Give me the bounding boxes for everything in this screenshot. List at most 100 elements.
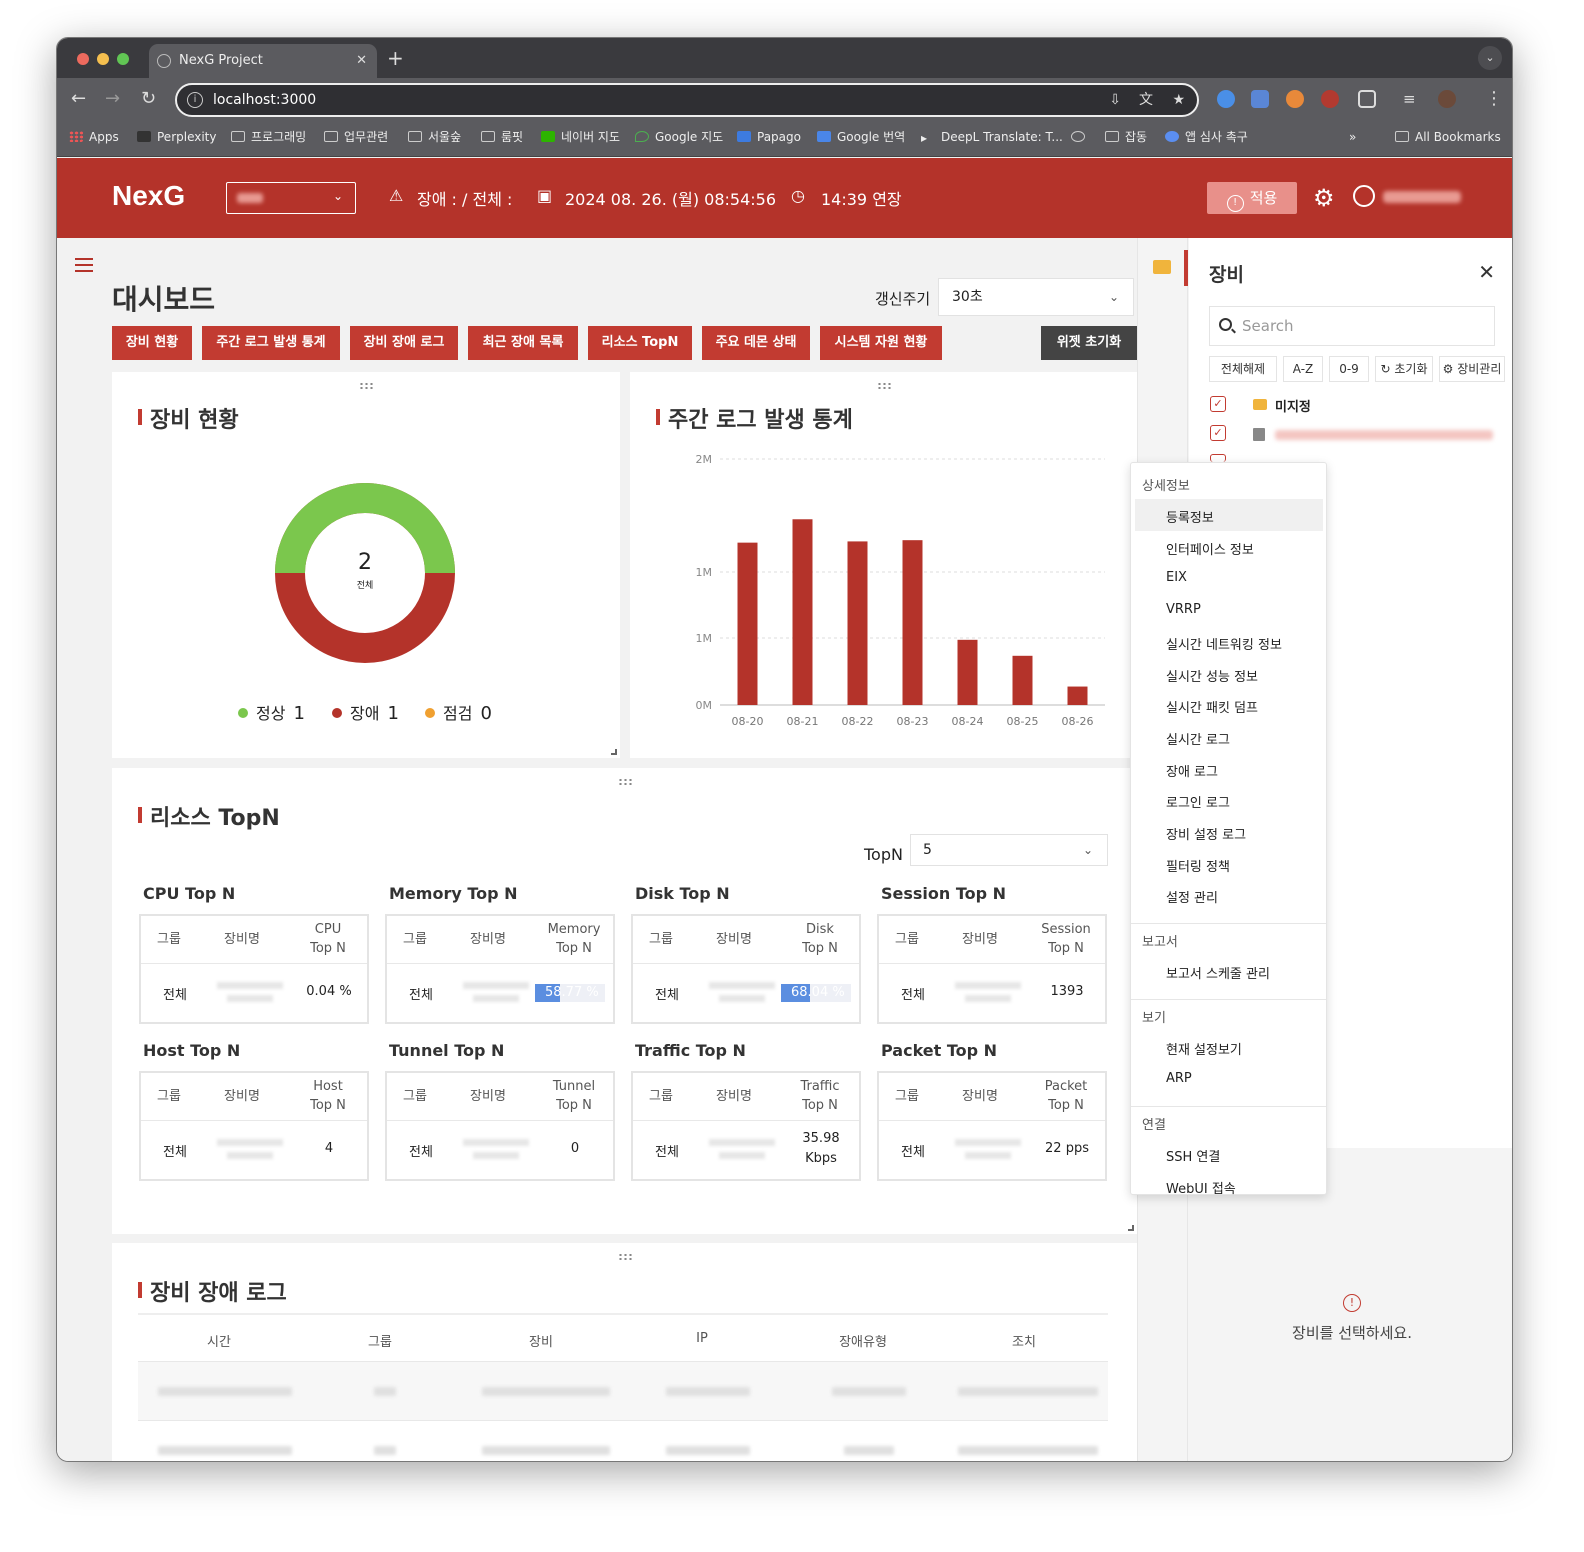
column-header[interactable]: 조치 bbox=[964, 1331, 1084, 1350]
table-row[interactable]: 전체 4 bbox=[141, 1121, 367, 1179]
extension-icon[interactable] bbox=[1286, 90, 1304, 108]
username[interactable] bbox=[1383, 191, 1461, 203]
translate-icon[interactable]: 文 bbox=[1139, 85, 1153, 115]
maximize-window-button[interactable] bbox=[117, 53, 129, 65]
drag-handle-icon[interactable] bbox=[359, 382, 373, 390]
install-icon[interactable]: ⇩ bbox=[1109, 85, 1121, 115]
widget-reset-button[interactable]: 위젯 초기화 bbox=[1041, 326, 1137, 360]
resize-handle[interactable] bbox=[611, 749, 617, 755]
tree-device-label[interactable] bbox=[1275, 430, 1493, 440]
topn-select[interactable]: 5 ⌄ bbox=[910, 834, 1108, 866]
tree-checkbox[interactable] bbox=[1210, 454, 1226, 462]
legend-normal[interactable]: 정상 1 bbox=[238, 700, 305, 724]
group-select[interactable]: ⌄ bbox=[226, 182, 356, 214]
column-header[interactable]: 그룹 bbox=[147, 1087, 191, 1106]
bookmark-item[interactable]: Google 번역 bbox=[817, 122, 905, 152]
session-extend[interactable]: 14:39 연장 bbox=[821, 186, 902, 210]
table-row[interactable]: 전체 68.04 % bbox=[633, 964, 859, 1022]
widget-button[interactable]: 리소스 TopN bbox=[588, 326, 692, 360]
legend-inspect[interactable]: 점검 0 bbox=[425, 700, 492, 724]
bookmark-folder[interactable]: 서울숲 bbox=[408, 122, 461, 152]
tab-search-button[interactable]: ⌄ bbox=[1478, 46, 1502, 70]
column-header[interactable]: 장비명 bbox=[451, 930, 525, 949]
reset-button[interactable]: ↻ 초기화 bbox=[1375, 356, 1433, 382]
widget-button[interactable]: 주요 데몬 상태 bbox=[702, 326, 810, 360]
close-icon[interactable]: ✕ bbox=[1478, 260, 1495, 284]
menu-item[interactable]: 실시간 패킷 덤프 bbox=[1166, 697, 1258, 716]
column-header[interactable]: 장비명 bbox=[205, 1087, 279, 1106]
menu-item[interactable]: EIX bbox=[1166, 570, 1187, 585]
menu-item[interactable]: 실시간 네트워킹 정보 bbox=[1166, 634, 1282, 653]
menu-item[interactable]: 등록정보 bbox=[1166, 507, 1214, 526]
menu-item[interactable]: 로그인 로그 bbox=[1166, 792, 1230, 811]
bar-08-24[interactable] bbox=[957, 639, 978, 705]
widget-button[interactable]: 장비 장애 로그 bbox=[350, 326, 458, 360]
table-row[interactable]: 전체 58.77 % bbox=[387, 964, 613, 1022]
column-header[interactable]: Traffic Top N bbox=[781, 1077, 859, 1115]
extension-icon[interactable] bbox=[1217, 90, 1235, 108]
bookmark-item[interactable]: Apps bbox=[69, 122, 119, 152]
user-icon[interactable] bbox=[1353, 185, 1375, 207]
apply-button[interactable]: ! 적용 bbox=[1207, 182, 1297, 214]
menu-item[interactable]: SSH 연결 bbox=[1166, 1146, 1220, 1165]
bookmark-item[interactable]: Google 지도 bbox=[635, 122, 723, 152]
menu-item[interactable]: 실시간 성능 정보 bbox=[1166, 666, 1258, 685]
column-header[interactable]: 그룹 bbox=[639, 930, 683, 949]
column-header[interactable]: 그룹 bbox=[393, 930, 437, 949]
menu-item[interactable]: 보고서 스케줄 관리 bbox=[1166, 963, 1270, 982]
widget-button[interactable]: 장비 현황 bbox=[112, 326, 192, 360]
device-manage-button[interactable]: ⚙ 장비관리 bbox=[1439, 356, 1505, 382]
bar-08-23[interactable] bbox=[902, 540, 923, 705]
column-header[interactable]: Disk Top N bbox=[781, 920, 859, 958]
profile-avatar[interactable] bbox=[1438, 90, 1456, 108]
minimize-window-button[interactable] bbox=[97, 53, 109, 65]
sort-az-button[interactable]: A-Z bbox=[1283, 356, 1323, 382]
column-header[interactable]: 장비명 bbox=[943, 1087, 1017, 1106]
menu-item[interactable]: 설정 관리 bbox=[1166, 887, 1218, 906]
bookmark-item[interactable]: 앱 심사 촉구 bbox=[1165, 122, 1248, 152]
bar-08-26[interactable] bbox=[1067, 686, 1088, 705]
column-header[interactable]: 그룹 bbox=[147, 930, 191, 949]
widget-button[interactable]: 시스템 자원 현황 bbox=[820, 326, 942, 360]
table-row[interactable]: 전체 1393 bbox=[879, 964, 1105, 1022]
more-bookmarks-icon[interactable]: » bbox=[1349, 122, 1356, 152]
column-header[interactable]: 그룹 bbox=[885, 1087, 929, 1106]
column-header[interactable]: 시간 bbox=[159, 1331, 279, 1350]
extension-icon[interactable] bbox=[1321, 90, 1339, 108]
bookmark-folder[interactable]: 프로그래밍 bbox=[231, 122, 306, 152]
app-logo[interactable]: NexG bbox=[112, 180, 185, 212]
column-header[interactable]: Session Top N bbox=[1027, 920, 1105, 958]
column-header[interactable]: Memory Top N bbox=[535, 920, 613, 958]
menu-item[interactable]: 현재 설정보기 bbox=[1166, 1039, 1242, 1058]
bookmark-folder[interactable]: 잡동 bbox=[1105, 122, 1147, 152]
menu-item[interactable]: 인터페이스 정보 bbox=[1166, 539, 1254, 558]
menu-item[interactable]: WebUI 접속 bbox=[1166, 1178, 1236, 1197]
column-header[interactable]: 그룹 bbox=[320, 1331, 440, 1350]
menu-item[interactable]: 실시간 로그 bbox=[1166, 729, 1230, 748]
folder-icon[interactable] bbox=[1153, 260, 1171, 274]
star-icon[interactable]: ★ bbox=[1172, 85, 1185, 115]
device-search-input[interactable]: Search bbox=[1209, 306, 1495, 346]
bookmark-item[interactable] bbox=[1071, 122, 1091, 152]
column-header[interactable]: 장비 bbox=[481, 1331, 601, 1350]
menu-toggle-icon[interactable] bbox=[75, 258, 93, 272]
column-header[interactable]: 그룹 bbox=[885, 930, 929, 949]
table-row[interactable]: 전체 35.98 Kbps bbox=[633, 1121, 859, 1179]
drag-handle-icon[interactable] bbox=[876, 382, 891, 390]
menu-icon[interactable]: ⋮ bbox=[1485, 88, 1503, 110]
column-header[interactable]: Packet Top N bbox=[1027, 1077, 1105, 1115]
address-bar[interactable]: i localhost:3000 ⇩ 文 ★ bbox=[175, 83, 1199, 117]
deselect-all-button[interactable]: 전체해제 bbox=[1209, 356, 1277, 382]
tree-checkbox[interactable]: ✓ bbox=[1210, 396, 1226, 412]
resize-handle[interactable] bbox=[1128, 1225, 1134, 1231]
bookmark-item[interactable]: Perplexity bbox=[137, 122, 217, 152]
menu-item[interactable]: 장비 설정 로그 bbox=[1166, 824, 1246, 843]
menu-item[interactable]: ARP bbox=[1166, 1071, 1192, 1086]
column-header[interactable]: 장비명 bbox=[697, 930, 771, 949]
puzzle-icon[interactable] bbox=[1358, 90, 1376, 108]
column-header[interactable]: 장비명 bbox=[205, 930, 279, 949]
column-header[interactable]: 그룹 bbox=[639, 1087, 683, 1106]
bookmark-folder[interactable]: 룸핏 bbox=[481, 122, 523, 152]
bar-08-21[interactable] bbox=[792, 519, 813, 705]
bookmark-item[interactable]: 네이버 지도 bbox=[541, 122, 620, 152]
